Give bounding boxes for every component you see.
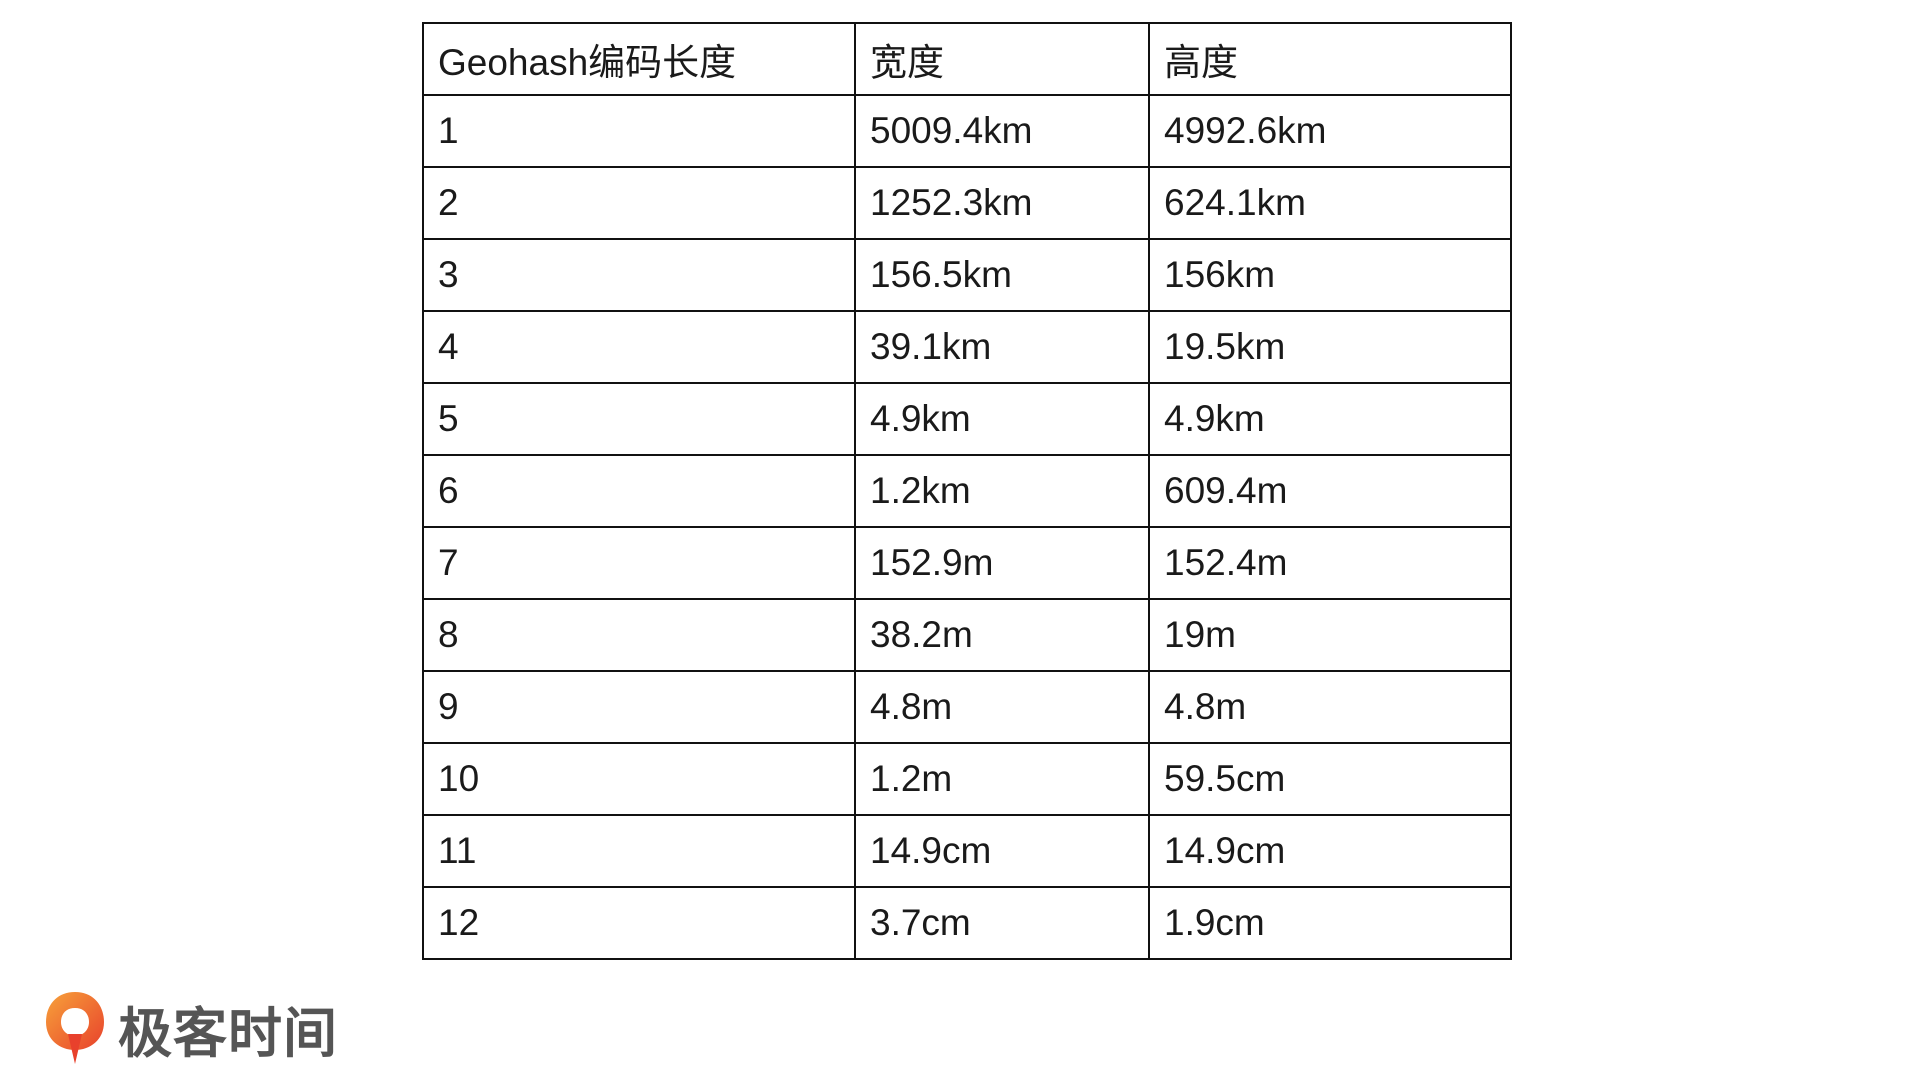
cell-height: 19m xyxy=(1148,598,1512,672)
cell-length: 2 xyxy=(422,166,856,240)
cell-height: 4.8m xyxy=(1148,670,1512,744)
table-row: 11 14.9cm 14.9cm xyxy=(422,814,1512,888)
table-row: 5 4.9km 4.9km xyxy=(422,382,1512,456)
cell-length: 5 xyxy=(422,382,856,456)
table-row: 3 156.5km 156km xyxy=(422,238,1512,312)
cell-length: 7 xyxy=(422,526,856,600)
cell-height: 19.5km xyxy=(1148,310,1512,384)
geohash-size-table: Geohash编码长度 宽度 高度 1 5009.4km 4992.6km 2 … xyxy=(422,22,1512,960)
table-row: 8 38.2m 19m xyxy=(422,598,1512,672)
cell-width: 1.2m xyxy=(854,742,1150,816)
table-row: 4 39.1km 19.5km xyxy=(422,310,1512,384)
geektime-logo: 极客时间 xyxy=(42,988,338,1068)
table-header-row: Geohash编码长度 宽度 高度 xyxy=(422,22,1512,96)
table-row: 12 3.7cm 1.9cm xyxy=(422,886,1512,960)
cell-length: 3 xyxy=(422,238,856,312)
table-row: 10 1.2m 59.5cm xyxy=(422,742,1512,816)
cell-height: 1.9cm xyxy=(1148,886,1512,960)
cell-width: 5009.4km xyxy=(854,94,1150,168)
cell-length: 6 xyxy=(422,454,856,528)
cell-width: 4.9km xyxy=(854,382,1150,456)
cell-width: 156.5km xyxy=(854,238,1150,312)
cell-length: 4 xyxy=(422,310,856,384)
cell-length: 10 xyxy=(422,742,856,816)
cell-width: 38.2m xyxy=(854,598,1150,672)
cell-height: 152.4m xyxy=(1148,526,1512,600)
cell-height: 156km xyxy=(1148,238,1512,312)
table-row: 6 1.2km 609.4m xyxy=(422,454,1512,528)
cell-height: 624.1km xyxy=(1148,166,1512,240)
cell-width: 1.2km xyxy=(854,454,1150,528)
geektime-logo-icon xyxy=(42,988,108,1068)
cell-width: 1252.3km xyxy=(854,166,1150,240)
cell-height: 14.9cm xyxy=(1148,814,1512,888)
table-row: 2 1252.3km 624.1km xyxy=(422,166,1512,240)
cell-width: 152.9m xyxy=(854,526,1150,600)
cell-width: 3.7cm xyxy=(854,886,1150,960)
cell-height: 4992.6km xyxy=(1148,94,1512,168)
cell-height: 59.5cm xyxy=(1148,742,1512,816)
table-row: 7 152.9m 152.4m xyxy=(422,526,1512,600)
cell-length: 9 xyxy=(422,670,856,744)
header-height: 高度 xyxy=(1148,22,1512,96)
cell-height: 4.9km xyxy=(1148,382,1512,456)
cell-length: 8 xyxy=(422,598,856,672)
cell-height: 609.4m xyxy=(1148,454,1512,528)
cell-length: 1 xyxy=(422,94,856,168)
header-geohash-length: Geohash编码长度 xyxy=(422,22,856,96)
cell-length: 11 xyxy=(422,814,856,888)
cell-width: 14.9cm xyxy=(854,814,1150,888)
table-row: 1 5009.4km 4992.6km xyxy=(422,94,1512,168)
geektime-logo-text: 极客时间 xyxy=(118,1001,338,1065)
header-width: 宽度 xyxy=(854,22,1150,96)
cell-width: 4.8m xyxy=(854,670,1150,744)
cell-length: 12 xyxy=(422,886,856,960)
cell-width: 39.1km xyxy=(854,310,1150,384)
table-row: 9 4.8m 4.8m xyxy=(422,670,1512,744)
